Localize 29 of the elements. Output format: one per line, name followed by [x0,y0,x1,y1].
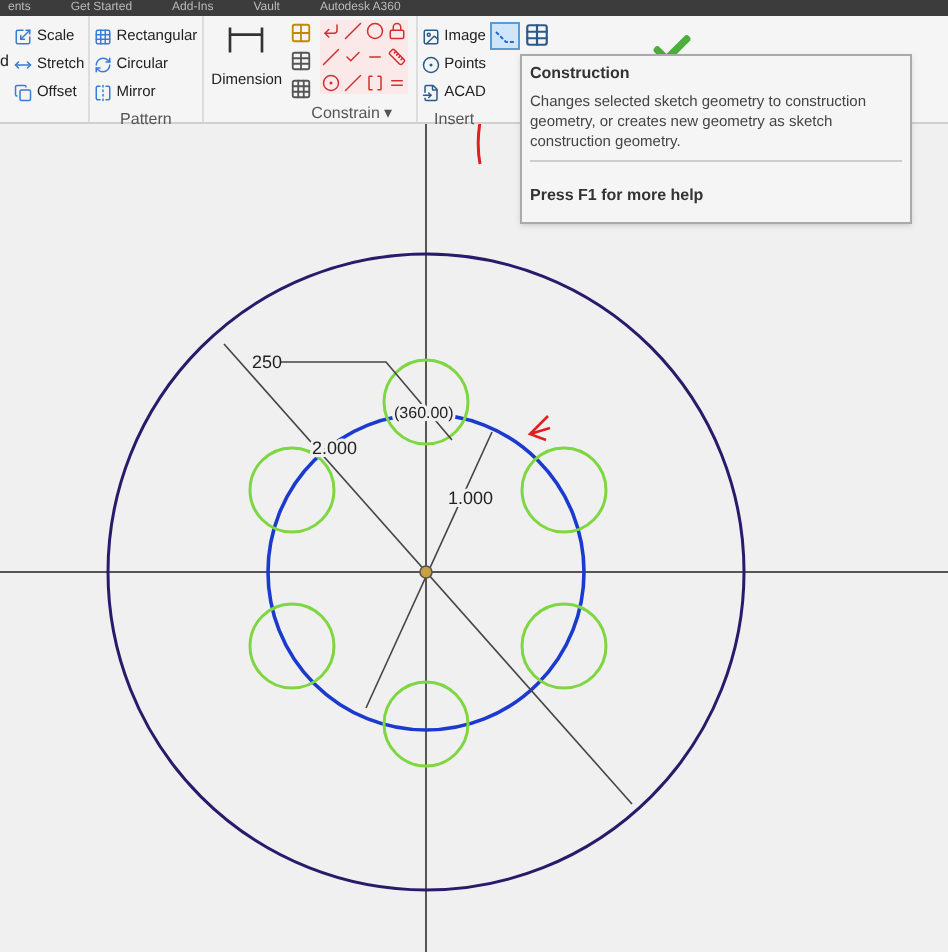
constraint-icon[interactable] [388,48,407,66]
constraint-icon[interactable] [290,50,313,72]
tool-icon [94,27,113,45]
group-label: Pattern [120,108,172,132]
dimension-text: 250 [252,352,283,372]
dimension-icon [226,24,267,56]
tool-icon [94,55,113,73]
constraint-icon[interactable] [388,74,407,92]
group-label: Constrain ▾ [311,102,395,126]
sketch-table-icon[interactable] [523,22,550,48]
tool-icon [14,55,33,73]
tool-icon [422,55,441,73]
construction-button[interactable] [489,22,520,50]
constraint-icon[interactable] [290,78,313,100]
tooltip-title: Construction [530,62,632,86]
construction-icon [493,27,516,45]
annotation-arrow [527,414,552,442]
constraint-icon[interactable] [322,74,341,92]
tool-icon [14,27,33,45]
constraint-icon[interactable] [322,22,341,40]
tool-icon [422,27,441,45]
constraint-icon[interactable] [366,74,385,92]
tooltip-help: Press F1 for more help [530,186,704,204]
tool-icon [94,83,113,101]
constraint-icon[interactable] [388,22,407,40]
tool-icon [14,83,33,101]
tool-icon [422,83,441,101]
group-label: Insert [434,108,475,132]
ribbon-tool-label: d [0,50,9,74]
